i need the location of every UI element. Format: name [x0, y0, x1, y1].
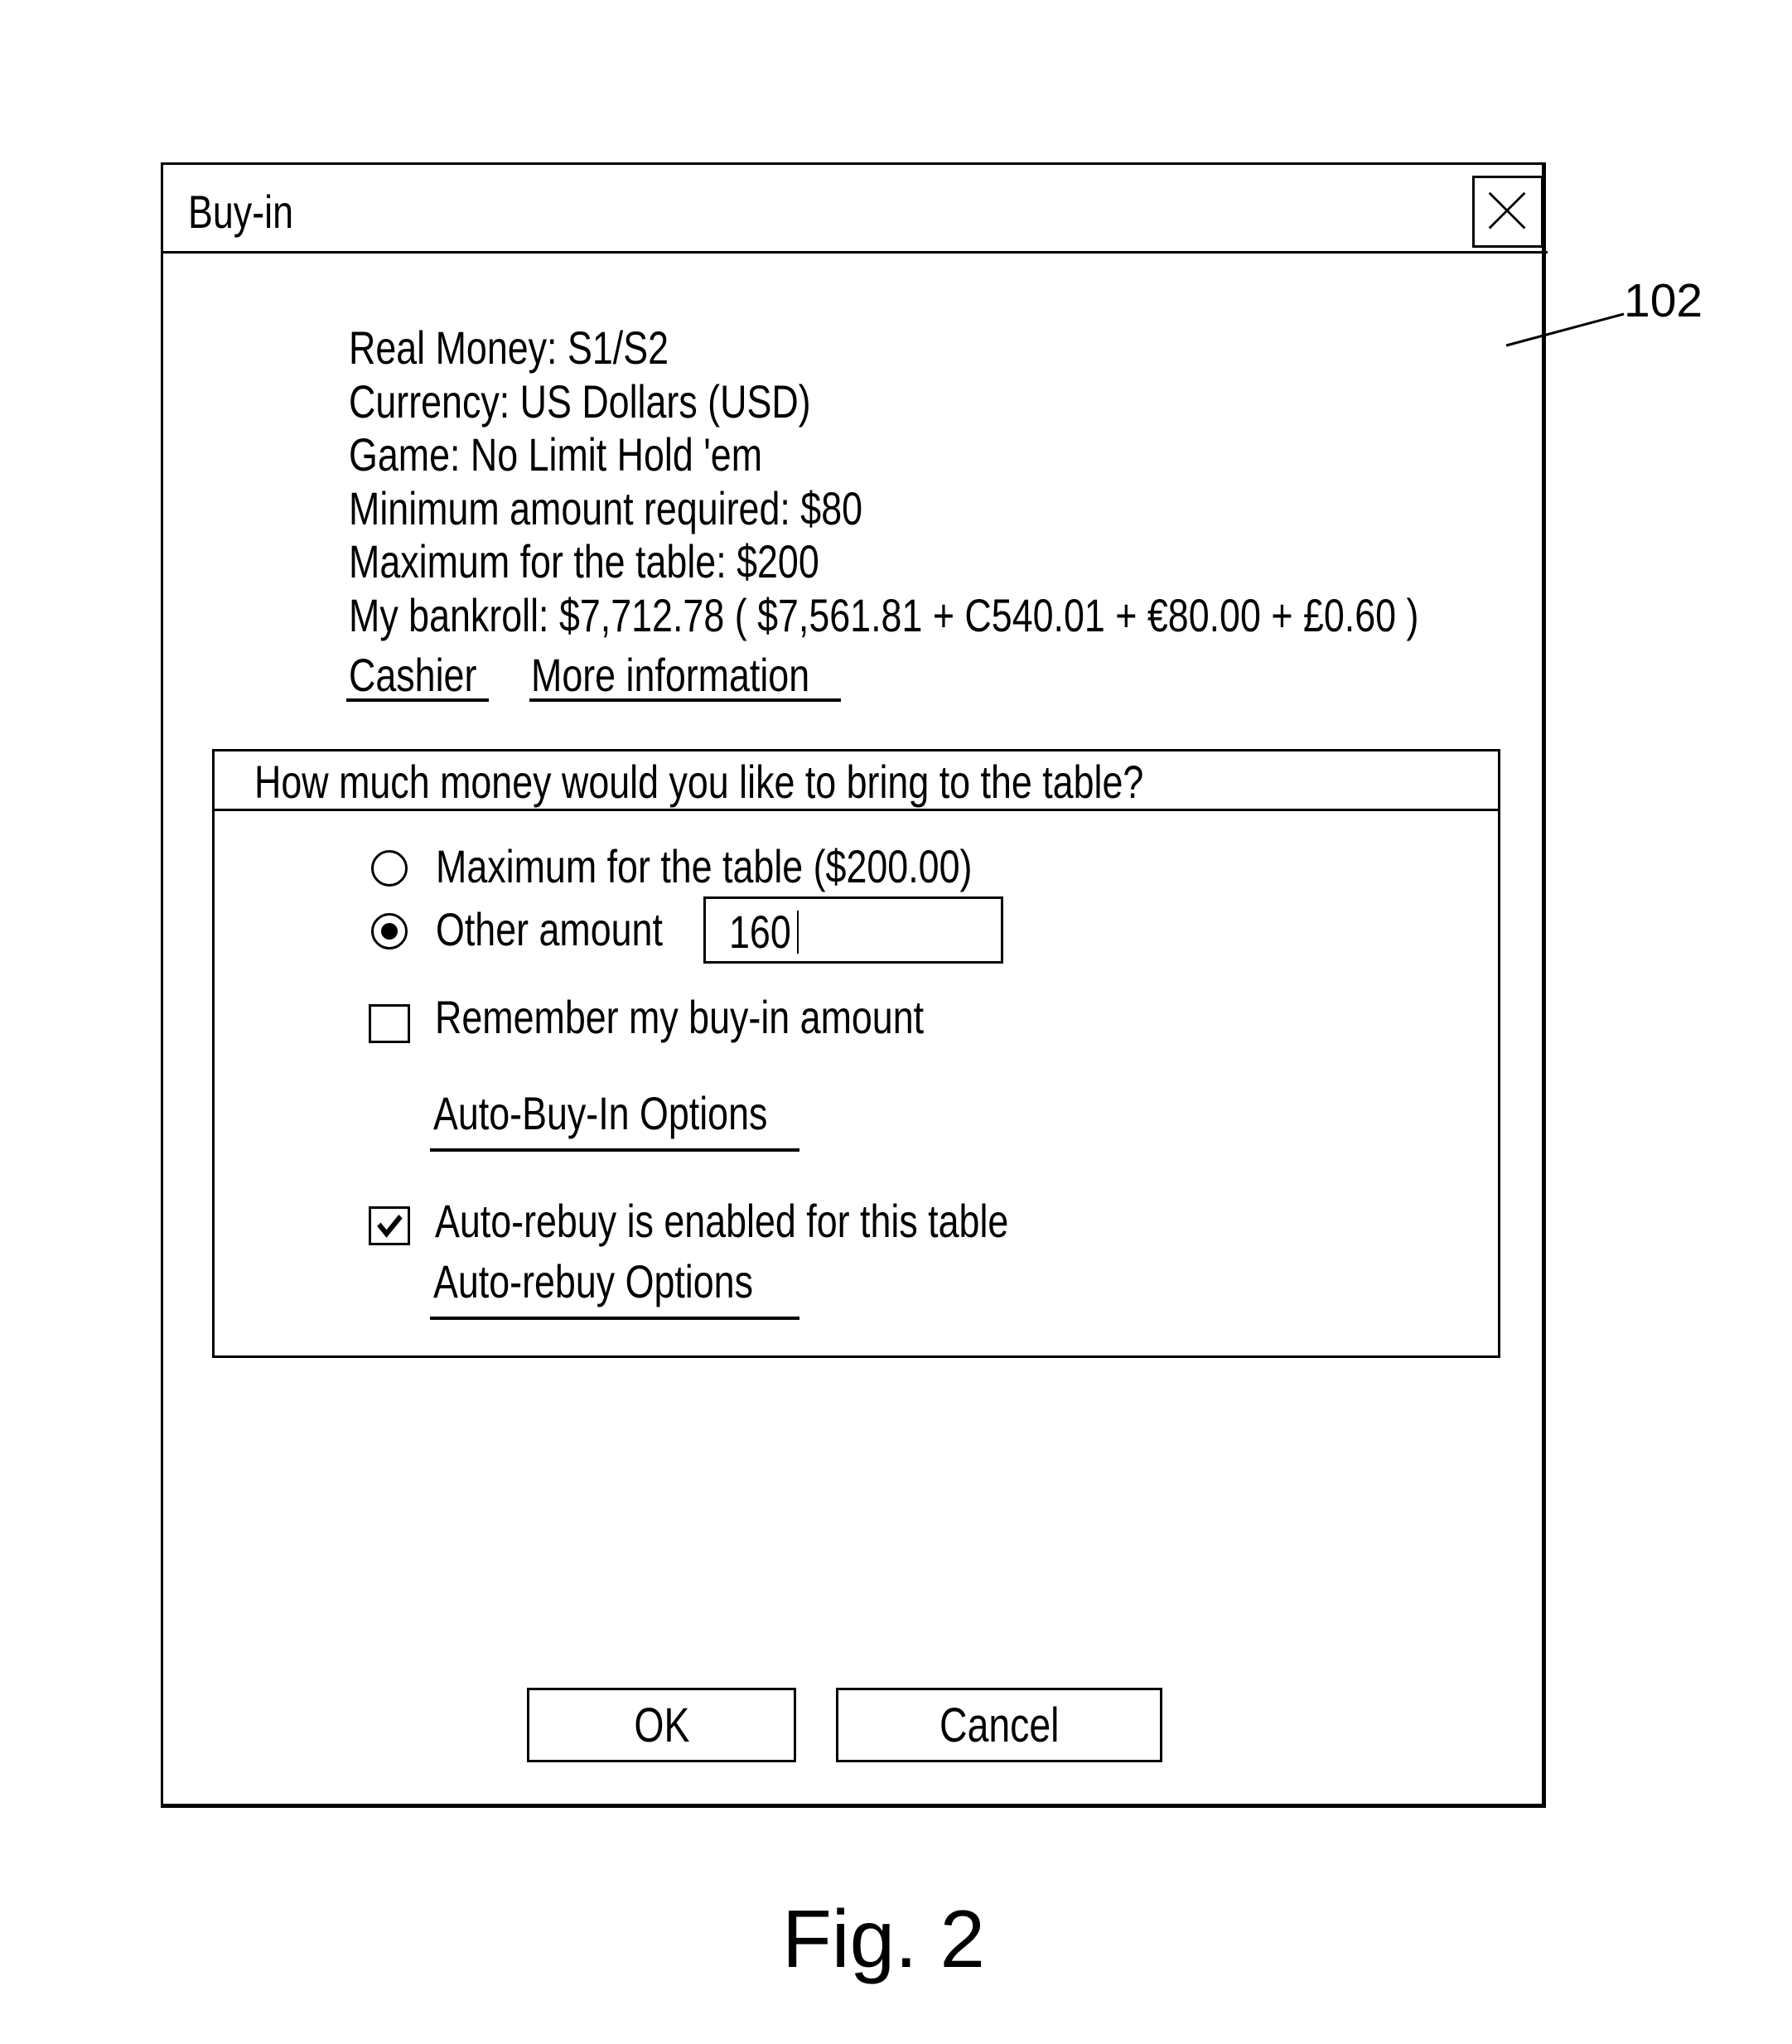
cancel-button-label: Cancel	[939, 1698, 1060, 1752]
auto-rebuy-label[interactable]: Auto-rebuy is enabled for this table	[435, 1198, 1008, 1244]
auto-rebuy-options-underline	[430, 1317, 799, 1320]
radio-maximum-label[interactable]: Maximum for the table ($200.00)	[436, 843, 972, 890]
info-real-money: Real Money: S1/S2	[349, 321, 669, 374]
remember-buy-in-checkbox[interactable]	[369, 1004, 410, 1043]
group-question: How much money would you like to bring t…	[254, 756, 1144, 808]
ok-button-label: OK	[633, 1698, 690, 1752]
auto-buy-in-options-link[interactable]: Auto-Buy-In Options	[433, 1090, 767, 1137]
radio-maximum[interactable]	[371, 850, 408, 887]
info-bankroll: My bankroll: $7,712.78 ( $7,561.81 + C54…	[349, 589, 1419, 641]
more-information-link-underline	[529, 698, 841, 702]
reference-numeral: 102	[1624, 274, 1703, 327]
figure-label-container: Fig. 2	[0, 1893, 1792, 1984]
figure-label: Fig. 2	[781, 1893, 986, 1984]
info-game: Game: No Limit Hold 'em	[349, 428, 763, 481]
other-amount-value: 160	[729, 906, 791, 958]
remember-buy-in-label[interactable]: Remember my buy-in amount	[435, 994, 924, 1041]
auto-rebuy-checkbox[interactable]	[369, 1206, 410, 1245]
auto-rebuy-options-link[interactable]: Auto-rebuy Options	[433, 1259, 753, 1305]
ok-button[interactable]: OK	[527, 1688, 796, 1762]
info-currency: Currency: US Dollars (USD)	[349, 375, 811, 428]
more-information-link[interactable]: More information	[531, 652, 809, 698]
cancel-button[interactable]: Cancel	[836, 1688, 1162, 1762]
auto-buy-in-options-underline	[430, 1148, 799, 1152]
cashier-link[interactable]: Cashier	[349, 652, 476, 698]
group-header-divider	[212, 809, 1500, 811]
radio-other-amount-label[interactable]: Other amount	[436, 906, 663, 953]
radio-selected-dot	[381, 923, 398, 940]
info-minimum: Minimum amount required: $80	[349, 482, 863, 534]
radio-other-amount[interactable]	[371, 913, 408, 950]
info-maximum: Maximum for the table: $200	[349, 535, 819, 587]
other-amount-input[interactable]: 160	[703, 896, 1003, 964]
cashier-link-underline	[346, 698, 489, 702]
checkmark-icon	[377, 1214, 403, 1238]
text-caret	[797, 911, 799, 954]
